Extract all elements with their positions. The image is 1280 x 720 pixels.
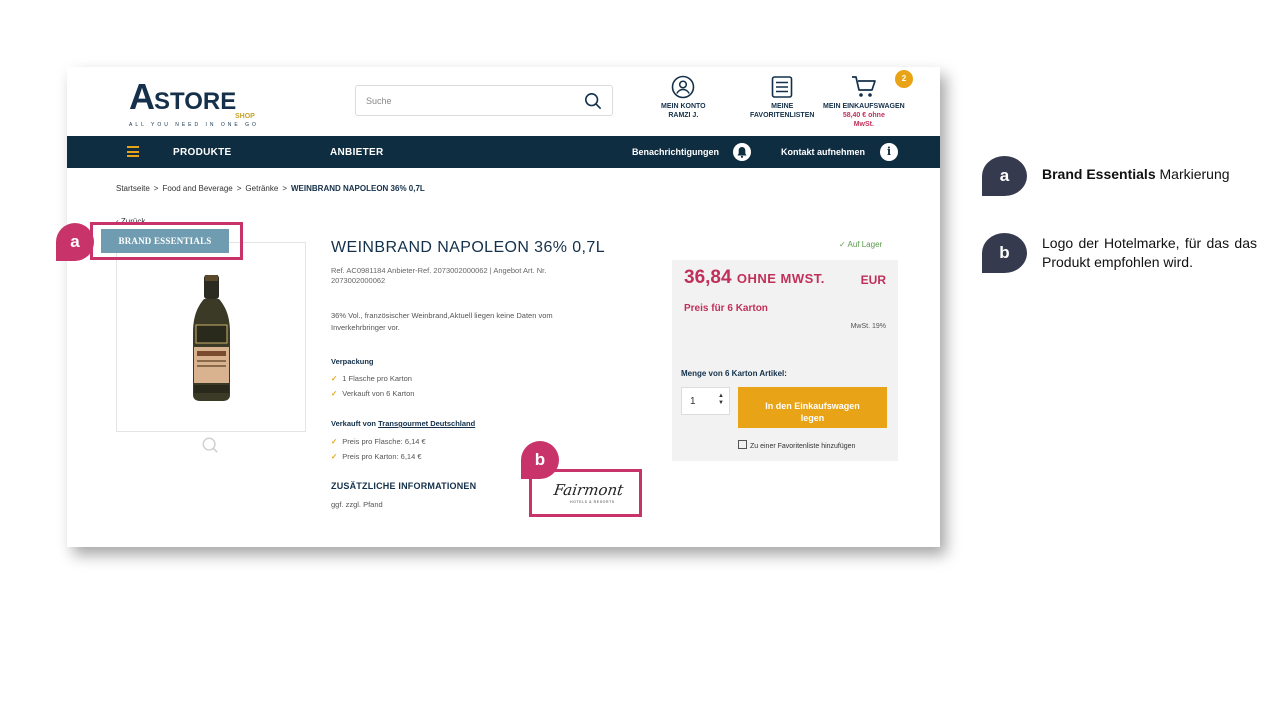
list-icon (771, 76, 793, 98)
search-icon[interactable] (584, 92, 602, 110)
quantity-value: 1 (690, 396, 696, 407)
packaging-item-label: 1 Flasche pro Karton (342, 374, 412, 383)
zoom-icon[interactable] (201, 436, 219, 454)
check-icon: ✓ (331, 452, 338, 461)
packaging-item-label: Verkauft von 6 Karton (342, 389, 415, 398)
breadcrumb-separator: > (153, 184, 159, 193)
search-input[interactable] (366, 92, 566, 110)
breadcrumb-separator: > (236, 184, 242, 193)
breadcrumb-item[interactable]: Food and Beverage (162, 184, 232, 193)
account-user: RAMZI J. (668, 112, 699, 119)
nav-notifications[interactable]: Benachrichtigungen (632, 147, 719, 157)
search-box (355, 85, 613, 116)
check-icon: ✓ (331, 374, 338, 383)
additional-info-title: ZUSÄTZLICHE INFORMATIONEN (331, 481, 477, 491)
price-unit: Preis für 6 Karton (684, 303, 768, 314)
legend-a-bold: Brand Essentials (1042, 166, 1156, 182)
product-reference: Ref. AC0981184 Anbieter-Ref. 20730020000… (331, 266, 621, 286)
price-item-label: Preis pro Karton: 6,14 € (342, 452, 422, 461)
list-icon (738, 440, 747, 449)
seller-link[interactable]: Transgourmet Deutschland (378, 419, 475, 428)
cart-amount: 58,40 € ohne (842, 112, 885, 119)
logo-word: STORE (154, 88, 237, 115)
astore-logo[interactable]: ASTORE SHOP ALL YOU NEED IN ONE GO (129, 76, 269, 129)
packaging-item: ✓ Verkauft von 6 Karton (331, 389, 414, 398)
legend-a-rest: Markierung (1159, 166, 1230, 182)
price-item: ✓ Preis pro Karton: 6,14 € (331, 452, 422, 461)
logo-shop: SHOP (235, 113, 255, 120)
nav-vendors[interactable]: ANBIETER (330, 147, 384, 158)
check-icon: ✓ (331, 437, 338, 446)
user-icon (671, 75, 695, 99)
favorites-label-2: FAVORITENLISTEN (750, 112, 815, 119)
price-item-label: Preis pro Flasche: 6,14 € (342, 437, 426, 446)
quantity-stepper[interactable]: 1 ▲ ▼ (681, 387, 730, 415)
packaging-title: Verpackung (331, 357, 374, 366)
favorites-link[interactable]: MEINE FAVORITENLISTEN (750, 75, 814, 120)
cart-amount-tax: MwSt. (853, 121, 874, 128)
vat-note: MwSt. 19% (850, 323, 886, 330)
cart-label: MEIN EINKAUFSWAGEN (823, 103, 905, 110)
marker-a: a (56, 223, 94, 261)
deposit-note: ggf. zzgl. Pfand (331, 500, 383, 509)
product-ref-line: 2073002000062 (331, 276, 386, 285)
breadcrumb-current: WEINBRAND NAPOLEON 36% 0,7L (291, 184, 425, 193)
bottle-image (193, 275, 230, 401)
price: 36,84 OHNE MWST. (684, 267, 825, 289)
cart-count-badge: 2 (895, 70, 913, 88)
add-to-favorites-label: Zu einer Favoritenliste hinzufügen (750, 443, 856, 450)
shop-screenshot: ASTORE SHOP ALL YOU NEED IN ONE GO MEIN … (67, 67, 940, 547)
nav-products[interactable]: PRODUKTE (173, 147, 232, 158)
add-to-favorites-link[interactable]: Zu einer Favoritenliste hinzufügen (738, 440, 855, 450)
add-to-cart-label: legen (800, 412, 825, 423)
hamburger-menu-icon[interactable] (127, 146, 139, 157)
cart-link[interactable]: MEIN EINKAUFSWAGEN 58,40 € ohne MwSt. (823, 75, 905, 129)
add-to-cart-button[interactable]: In den Einkaufswagen legen (738, 387, 887, 428)
legend-a-text: Brand Essentials Markierung (1042, 165, 1230, 184)
main-nav: PRODUKTE ANBIETER Benachrichtigungen Kon… (67, 136, 940, 168)
breadcrumb-item[interactable]: Getränke (245, 184, 278, 193)
legend-marker-b: b (982, 233, 1027, 273)
check-icon: ✓ (331, 389, 338, 398)
price-panel: 36,84 OHNE MWST. EUR Preis für 6 Karton … (672, 260, 898, 461)
legend-b-text: Logo der Hotelmarke, für das das Produkt… (1042, 235, 1257, 270)
nav-contact[interactable]: Kontakt aufnehmen (781, 147, 865, 157)
currency: EUR (860, 273, 886, 287)
product-title: WEINBRAND NAPOLEON 36% 0,7L (331, 239, 605, 256)
bell-icon[interactable] (733, 143, 751, 161)
breadcrumb-separator: > (282, 184, 287, 193)
marker-b: b (521, 441, 559, 479)
highlight-box-a (90, 222, 243, 260)
product-description: 36% Vol., französischer Weinbrand,Aktuel… (331, 311, 553, 332)
info-icon[interactable]: i (880, 143, 898, 161)
stock-status: ✓ Auf Lager (839, 240, 883, 249)
site-header: ASTORE SHOP ALL YOU NEED IN ONE GO MEIN … (67, 67, 940, 136)
price-item: ✓ Preis pro Flasche: 6,14 € (331, 437, 426, 446)
product-image[interactable] (116, 242, 306, 432)
sold-by: Verkauft von Transgourmet Deutschland (331, 419, 475, 428)
legend-marker-a: a (982, 156, 1027, 196)
account-label: MEIN KONTO (661, 103, 706, 110)
packaging-item: ✓ 1 Flasche pro Karton (331, 374, 412, 383)
stock-label: Auf Lager (847, 240, 883, 249)
logo-letter: A (129, 76, 155, 117)
favorites-label-1: MEINE (771, 103, 794, 110)
logo-tagline: ALL YOU NEED IN ONE GO (129, 122, 259, 128)
price-suffix: OHNE MWST. (736, 271, 825, 286)
cart-icon (851, 76, 876, 97)
price-value: 36,84 (684, 267, 732, 288)
breadcrumb: Startseite > Food and Beverage > Getränke > WE… (116, 184, 425, 193)
stepper-arrows-icon[interactable]: ▲ ▼ (718, 393, 724, 407)
add-to-cart-label: In den Einkaufswagen (765, 400, 860, 411)
breadcrumb-item[interactable]: Startseite (116, 184, 150, 193)
product-ref-line: Ref. AC0981184 Anbieter-Ref. 20730020000… (331, 266, 547, 275)
sold-by-prefix: Verkauft von (331, 419, 377, 428)
my-account-link[interactable]: MEIN KONTO RAMZI J. (661, 75, 706, 120)
quantity-label: Menge von 6 Karton Artikel: (681, 369, 787, 378)
